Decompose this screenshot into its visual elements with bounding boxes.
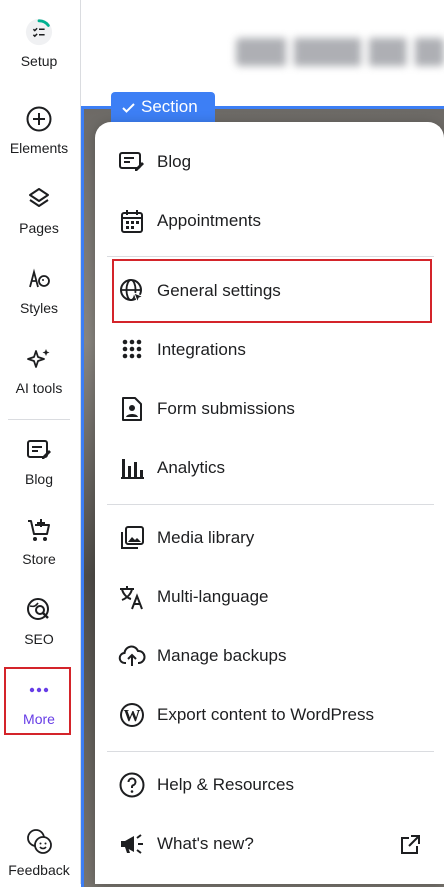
menu-item-blog[interactable]: Blog: [118, 142, 191, 182]
sidebar-item-styles[interactable]: Styles: [0, 265, 78, 316]
menu-item-label: Export content to WordPress: [157, 705, 375, 724]
menu-item-manage-backups[interactable]: Manage backups: [118, 636, 286, 676]
feedback-smile-icon: [25, 827, 53, 855]
menu-item-label: Media library: [157, 528, 255, 547]
menu-item-media-library[interactable]: Media library: [118, 518, 254, 558]
sidebar-item-label: Styles: [19, 300, 59, 316]
megaphone-icon: [118, 830, 146, 858]
menu-divider: [107, 256, 434, 257]
sidebar-item-label: More: [23, 711, 55, 727]
palette-icon: [25, 265, 53, 293]
sidebar-item-seo[interactable]: SEO: [0, 596, 78, 647]
cart-plus-icon: [25, 516, 53, 544]
sidebar-item-label: Blog: [24, 471, 54, 487]
menu-item-whats-new[interactable]: What's new?: [118, 824, 254, 864]
menu-item-label: Appointments: [157, 211, 261, 230]
sidebar-item-label: Feedback: [8, 862, 70, 878]
calendar-icon: [118, 207, 146, 235]
cloud-upload-icon: [118, 642, 146, 670]
media-library-icon: [118, 524, 146, 552]
sparkles-icon: [25, 345, 53, 373]
section-tag[interactable]: Section: [111, 92, 215, 122]
grid-dots-icon: [118, 336, 146, 364]
menu-item-label: What's new?: [157, 834, 254, 853]
menu-item-label: Form submissions: [157, 399, 295, 418]
sidebar-item-label: Store: [22, 551, 56, 567]
sidebar-item-label: Elements: [9, 140, 69, 156]
more-dots-icon: [25, 676, 53, 704]
help-circle-icon: [118, 771, 146, 799]
layers-icon: [25, 185, 53, 213]
sidebar-divider: [8, 419, 70, 420]
blog-edit-icon: [118, 148, 146, 176]
menu-item-label: Analytics: [157, 458, 226, 477]
menu-divider: [107, 751, 434, 752]
sidebar-item-blog[interactable]: Blog: [0, 436, 78, 487]
menu-item-label: Help & Resources: [157, 775, 295, 794]
menu-item-label: Manage backups: [157, 646, 287, 665]
sidebar-item-label: Pages: [19, 220, 59, 236]
menu-item-export-wordpress[interactable]: W Export content to WordPress: [118, 695, 374, 735]
form-user-icon: [118, 395, 146, 423]
menu-item-form-submissions[interactable]: Form submissions: [118, 389, 295, 429]
sidebar-item-more[interactable]: More: [0, 676, 78, 727]
sidebar-item-pages[interactable]: Pages: [0, 185, 78, 236]
menu-item-general-settings[interactable]: General settings: [118, 271, 281, 311]
sidebar-item-ai-tools[interactable]: AI tools: [0, 345, 78, 396]
check-icon: [122, 102, 135, 113]
sidebar-item-store[interactable]: Store: [0, 516, 78, 567]
menu-item-help-resources[interactable]: Help & Resources: [118, 765, 294, 805]
menu-item-multi-language[interactable]: Multi-language: [118, 577, 269, 617]
svg-text:W: W: [124, 706, 141, 725]
sidebar-item-elements[interactable]: Elements: [0, 105, 78, 156]
blog-edit-icon: [25, 436, 53, 464]
seo-globe-search-icon: [25, 596, 53, 624]
menu-item-label: Blog: [157, 152, 192, 171]
menu-item-analytics[interactable]: Analytics: [118, 448, 225, 488]
menu-divider: [107, 504, 434, 505]
sidebar-item-label: Setup: [20, 53, 58, 69]
left-sidebar: Setup Elements Pages Styles AI tools Blo…: [0, 0, 81, 884]
menu-item-label: General settings: [157, 281, 281, 300]
section-outline: [81, 109, 84, 887]
sidebar-item-feedback[interactable]: Feedback: [0, 827, 78, 878]
blurred-site-title: [236, 38, 444, 66]
menu-item-label: Multi-language: [157, 587, 269, 606]
globe-cursor-icon: [118, 277, 146, 305]
menu-item-integrations[interactable]: Integrations: [118, 330, 246, 370]
sidebar-item-setup[interactable]: Setup: [0, 18, 78, 69]
translate-icon: [118, 583, 146, 611]
sidebar-item-label: SEO: [24, 631, 54, 647]
bar-chart-icon: [118, 454, 146, 482]
menu-item-label: Integrations: [157, 340, 246, 359]
section-tag-label: Section: [141, 97, 198, 116]
external-link-icon[interactable]: [398, 833, 422, 857]
wordpress-icon: W: [118, 701, 146, 729]
sidebar-item-label: AI tools: [15, 380, 63, 396]
menu-item-appointments[interactable]: Appointments: [118, 201, 261, 241]
setup-checklist-icon: [25, 18, 53, 46]
plus-circle-icon: [25, 105, 53, 133]
